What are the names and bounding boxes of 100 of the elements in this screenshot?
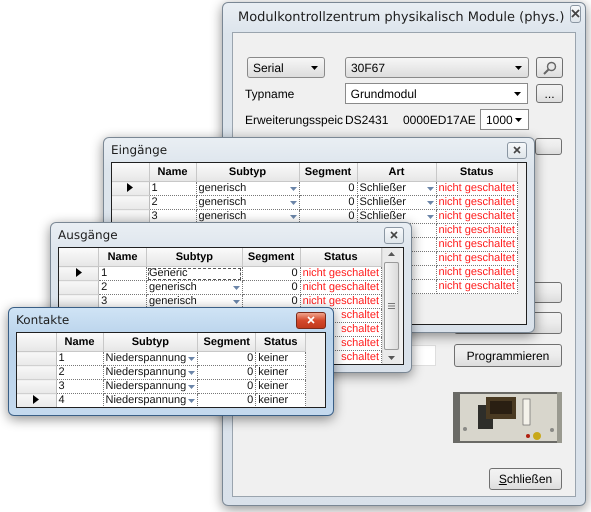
caret-icon[interactable]: [514, 92, 522, 96]
grip-icon[interactable]: [388, 303, 396, 309]
dropdown-arrow-icon[interactable]: [426, 214, 434, 218]
table-cell: 1: [152, 182, 158, 195]
table-cell: Niederspannung: [106, 352, 186, 365]
table-cell: keiner: [258, 380, 288, 393]
table-cell: schaltet: [341, 337, 380, 350]
interface-dropdown[interactable]: Serial: [247, 57, 325, 78]
table-cell: Niederspannung: [106, 394, 186, 407]
side-button[interactable]: [535, 138, 562, 155]
table-cell: nicht geschaltet: [438, 196, 515, 209]
close-icon: [513, 146, 521, 154]
close-button[interactable]: [570, 4, 582, 22]
dropdown-arrow-icon[interactable]: [290, 214, 296, 218]
dropdown-arrow-icon[interactable]: [232, 300, 240, 304]
table-cell: 0: [247, 352, 254, 365]
table-cell: 4: [58, 394, 65, 407]
table-cell: 2: [152, 196, 158, 209]
table-cell: Niederspannung: [106, 366, 186, 379]
caret-icon[interactable]: [515, 118, 522, 122]
typname-label: Typname: [245, 86, 296, 100]
window-title: Kontakte: [16, 313, 70, 327]
table-cell: keiner: [258, 394, 288, 407]
current-row-icon: [76, 268, 82, 276]
table-cell: generisch: [198, 210, 246, 223]
dropdown-arrow-icon[interactable]: [188, 356, 196, 360]
table-cell: 3: [58, 380, 65, 393]
dropdown-arrow-icon[interactable]: [426, 200, 434, 204]
browse-button[interactable]: ...: [536, 84, 563, 103]
scrollbar[interactable]: [382, 248, 400, 364]
close-button[interactable]: [384, 226, 404, 244]
caret-icon[interactable]: [515, 66, 522, 70]
dropdown-arrow-icon[interactable]: [232, 286, 240, 290]
table-cell: Schließer: [360, 182, 406, 195]
dropdown-arrow-icon[interactable]: [426, 186, 434, 190]
close-button[interactable]: [296, 312, 326, 328]
table-cell: keiner: [258, 366, 288, 379]
dropdown-arrow-icon[interactable]: [188, 370, 196, 374]
caret-icon[interactable]: [311, 66, 318, 70]
window-title: Eingänge: [111, 143, 168, 157]
dropdown-arrow-icon[interactable]: [188, 398, 196, 402]
close-icon: [571, 9, 580, 18]
current-row-icon: [33, 394, 40, 404]
table-cell: nicht geschaltet: [302, 295, 380, 308]
table-cell: nicht geschaltet: [438, 224, 515, 237]
table-cell: Niederspannung: [106, 380, 186, 393]
table-cell: 1: [101, 267, 108, 280]
close-icon: [307, 316, 315, 324]
chip-type-text: DS2431: [345, 112, 390, 126]
scroll-up-icon[interactable]: [388, 252, 396, 256]
memory-label: Erweiterungsspeic: [245, 112, 344, 126]
scroll-down-icon[interactable]: [388, 356, 396, 360]
table-cell: nicht geschaltet: [302, 267, 380, 280]
table-cell: 0: [348, 196, 354, 209]
table-cell: nicht geschaltet: [438, 182, 515, 195]
current-row-icon: [127, 182, 134, 192]
table-cell: keiner: [258, 352, 288, 365]
column-header[interactable]: Art: [388, 166, 404, 178]
dropdown-arrow-icon[interactable]: [290, 200, 296, 204]
table-cell: 3: [152, 210, 158, 223]
table-cell: nicht geschaltet: [438, 280, 515, 293]
dropdown-arrow-icon[interactable]: [188, 384, 196, 388]
close-icon: [390, 231, 398, 239]
dropdown-arrow-icon[interactable]: [290, 186, 296, 190]
table-cell: 2: [58, 366, 65, 379]
table-cell: generisch: [149, 281, 197, 294]
table-cell: schaltet: [341, 323, 380, 336]
program-button[interactable]: Programmieren: [454, 344, 562, 367]
table-cell: 0: [247, 366, 254, 379]
module-dropdown[interactable]: 30F67: [345, 57, 529, 78]
table-cell: nicht geschaltet: [438, 238, 515, 251]
table-cell: 0: [291, 281, 298, 294]
table-cell: 0: [291, 267, 298, 280]
window-title: Ausgänge: [58, 228, 119, 242]
table-cell: 0: [348, 210, 354, 223]
close-button[interactable]: [507, 142, 527, 158]
table-cell: 3: [101, 295, 108, 308]
table-cell: Generic: [149, 267, 188, 280]
search-button[interactable]: [536, 57, 563, 78]
table-cell: nicht geschaltet: [438, 252, 515, 265]
table-cell: 0: [291, 295, 298, 308]
table-cell: schaltet: [341, 351, 380, 364]
table-cell: nicht geschaltet: [438, 210, 515, 223]
table-cell: generisch: [198, 182, 246, 195]
table-cell: 0: [247, 380, 254, 393]
table-cell: Schließer: [360, 196, 406, 209]
table-cell: 0: [348, 182, 354, 195]
chip-id-text: 0000ED17AE: [403, 112, 477, 126]
memory-size-dropdown[interactable]: 1000: [480, 109, 529, 130]
table-cell: generisch: [149, 295, 197, 308]
table-cell: schaltet: [341, 309, 380, 322]
table-cell: nicht geschaltet: [302, 281, 380, 294]
table-cell: 2: [101, 281, 108, 294]
search-icon: [542, 60, 556, 74]
table-cell: generisch: [198, 196, 246, 209]
window-title: Modulkontrollzentrum physikalisch Module (phys.): [238, 10, 564, 25]
table-cell: nicht geschaltet: [438, 266, 515, 279]
typname-dropdown[interactable]: Grundmodul: [344, 83, 528, 104]
close-dialog-button[interactable]: Schließen: [489, 468, 562, 490]
table-cell: Schließer: [360, 210, 406, 223]
